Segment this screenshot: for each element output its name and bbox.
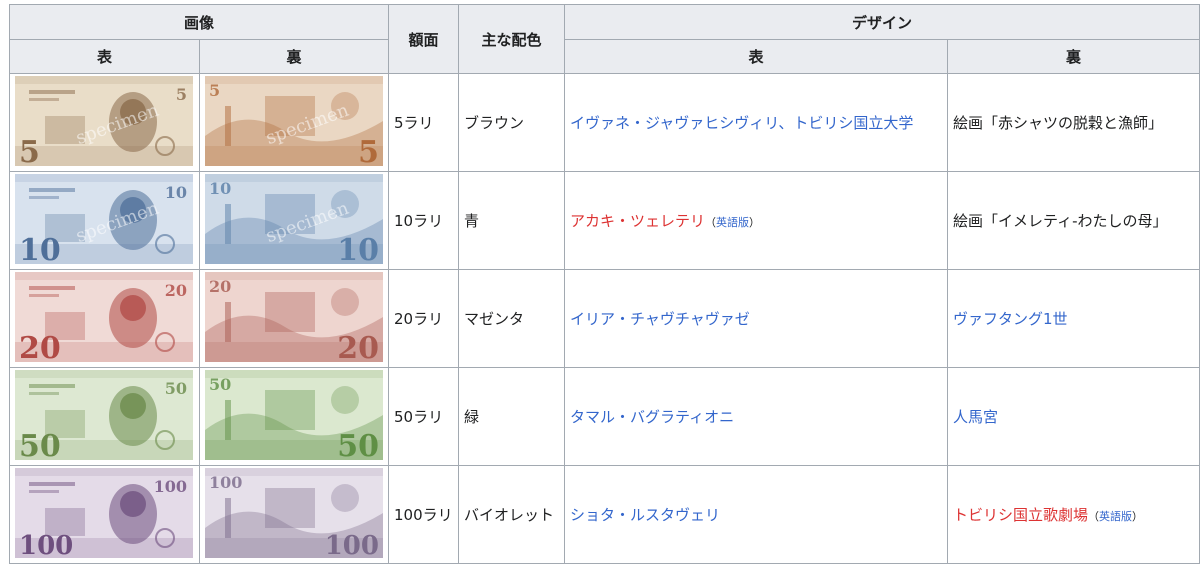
cell-design-back: 人馬宮 [947, 367, 1200, 466]
cell-design-front: イヴァネ・ジャヴァヒシヴィリ、トビリシ国立大学 [564, 73, 949, 172]
header-design: デザイン [564, 4, 1200, 40]
svg-text:10: 10 [19, 233, 61, 264]
svg-text:50: 50 [165, 379, 187, 398]
svg-text:10: 10 [165, 183, 187, 202]
table-row: 5 5 specimen 5 5 specimen 5ラリ ブラウン イヴァネ・ジャヴァヒシヴィ… [9, 73, 1200, 172]
design-front-link[interactable]: ショタ・ルスタヴェリ [570, 506, 720, 524]
svg-text:20: 20 [19, 331, 61, 362]
header-images: 画像 [8, 4, 390, 40]
english-version-link[interactable]: 英語版 [1099, 510, 1132, 523]
banknote-front-image: 2020 [15, 271, 193, 366]
cell-design-front: ショタ・ルスタヴェリ [564, 465, 949, 564]
english-version-link[interactable]: 英語版 [716, 216, 749, 229]
cell-design-front: アカキ・ツェレテリ（英語版） [564, 171, 949, 270]
paren-close: ） [1132, 510, 1144, 523]
header-main-color: 主な配色 [458, 4, 566, 74]
table-row: 20 20 20 20 20ラリ マゼンタ イリア・チャヴチャヴァゼ ヴァフタング1世 [9, 269, 1200, 368]
svg-text:5: 5 [358, 135, 379, 166]
banknote-back-image: 50 50 [205, 369, 383, 464]
cell-front-image: 100 100 [9, 465, 200, 564]
cell-front-image: 20 20 [9, 269, 200, 368]
svg-text:100: 100 [209, 473, 242, 492]
design-back-link: 絵画「赤シャツの脱穀と漁師」 [953, 114, 1164, 132]
svg-text:20: 20 [165, 281, 187, 300]
cell-denomination: 20ラリ [388, 269, 460, 368]
cell-main-color: マゼンタ [458, 269, 566, 368]
banknote-front-image: 50 50 [15, 369, 193, 464]
cell-denomination: 10ラリ [388, 171, 460, 270]
cell-design-back: 絵画「赤シャツの脱穀と漁師」 [947, 73, 1200, 172]
cell-front-image: 50 50 [9, 367, 200, 466]
design-front-link[interactable]: イヴァネ・ジャヴァヒシヴィリ、トビリシ国立大学 [570, 114, 913, 132]
banknote-back-image: 2020 [205, 271, 383, 366]
banknote-front-image: 55specimen [15, 75, 193, 170]
cell-denomination: 100ラリ [388, 465, 460, 564]
svg-text:5: 5 [176, 85, 187, 104]
svg-text:100: 100 [154, 477, 187, 496]
banknote-front-image: 100 100 [15, 467, 193, 561]
design-front-link[interactable]: タマル・バグラティオニ [570, 408, 734, 426]
header-image-front: 表 [9, 39, 200, 74]
cell-design-front: イリア・チャヴチャヴァゼ [564, 269, 949, 368]
cell-denomination: 5ラリ [388, 73, 460, 172]
cell-back-image: 50 50 [198, 367, 390, 466]
table-row: 10 10 specimen 10 10 specimen 10ラリ青アカキ・ツェレテリ（英… [9, 171, 1200, 270]
banknote-back-image: 1010specimen [205, 173, 383, 268]
svg-text:50: 50 [209, 375, 231, 394]
svg-text:10: 10 [337, 233, 379, 264]
header-design-front: 表 [564, 39, 949, 74]
design-front-link[interactable]: アカキ・ツェレテリ [570, 212, 705, 230]
svg-text:50: 50 [19, 429, 61, 460]
cell-design-back: トビリシ国立歌劇場（英語版） [947, 465, 1200, 564]
svg-text:100: 100 [325, 531, 379, 558]
cell-design-front: タマル・バグラティオニ [564, 367, 949, 466]
cell-back-image: 10 10 specimen [198, 171, 390, 270]
cell-main-color: バイオレット [458, 465, 566, 564]
design-back-link[interactable]: ヴァフタング1世 [953, 310, 1068, 328]
cell-back-image: 100 100 [198, 465, 390, 564]
banknote-table: 画像 額面 主な配色 デザイン 表 裏 表 裏 5 5 specimen 5 5 spec… [8, 4, 1200, 564]
design-back-link: 絵画「イメレティ-わたしの母」 [953, 212, 1168, 230]
cell-main-color: 緑 [458, 367, 566, 466]
banknote-back-image: 100 100 [205, 467, 383, 561]
design-front-link[interactable]: イリア・チャヴチャヴァゼ [570, 310, 750, 328]
cell-main-color: 青 [458, 171, 566, 270]
paren-open: （ [1088, 510, 1100, 523]
paren-open: （ [705, 216, 717, 229]
cell-design-back: ヴァフタング1世 [947, 269, 1200, 368]
banknote-back-image: 55specimen [205, 75, 383, 170]
cell-front-image: 10 10 specimen [9, 171, 200, 270]
svg-text:50: 50 [337, 429, 379, 460]
design-back-link[interactable]: トビリシ国立歌劇場 [953, 506, 1088, 524]
header-denomination: 額面 [388, 4, 460, 74]
svg-text:20: 20 [209, 277, 231, 296]
paren-close: ） [749, 216, 761, 229]
design-back-link[interactable]: 人馬宮 [953, 408, 998, 426]
cell-front-image: 5 5 specimen [9, 73, 200, 172]
svg-text:5: 5 [19, 135, 40, 166]
svg-text:5: 5 [209, 81, 220, 100]
svg-text:100: 100 [19, 531, 73, 558]
cell-denomination: 50ラリ [388, 367, 460, 466]
table-row: 100 100 100 100 100ラリ バイオレット ショタ・ルスタヴェリ トビリシ国立歌… [9, 465, 1200, 564]
header-design-back: 裏 [947, 39, 1200, 74]
svg-text:10: 10 [209, 179, 231, 198]
header-image-back: 裏 [198, 39, 390, 74]
cell-design-back: 絵画「イメレティ-わたしの母」 [947, 171, 1200, 270]
table-row: 50 50 50 50 50ラリ緑タマル・バグラティオニ 人馬宮 [9, 367, 1200, 466]
cell-main-color: ブラウン [458, 73, 566, 172]
svg-text:20: 20 [337, 331, 379, 362]
banknote-front-image: 1010specimen [15, 173, 193, 268]
cell-back-image: 20 20 [198, 269, 390, 368]
cell-back-image: 5 5 specimen [198, 73, 390, 172]
